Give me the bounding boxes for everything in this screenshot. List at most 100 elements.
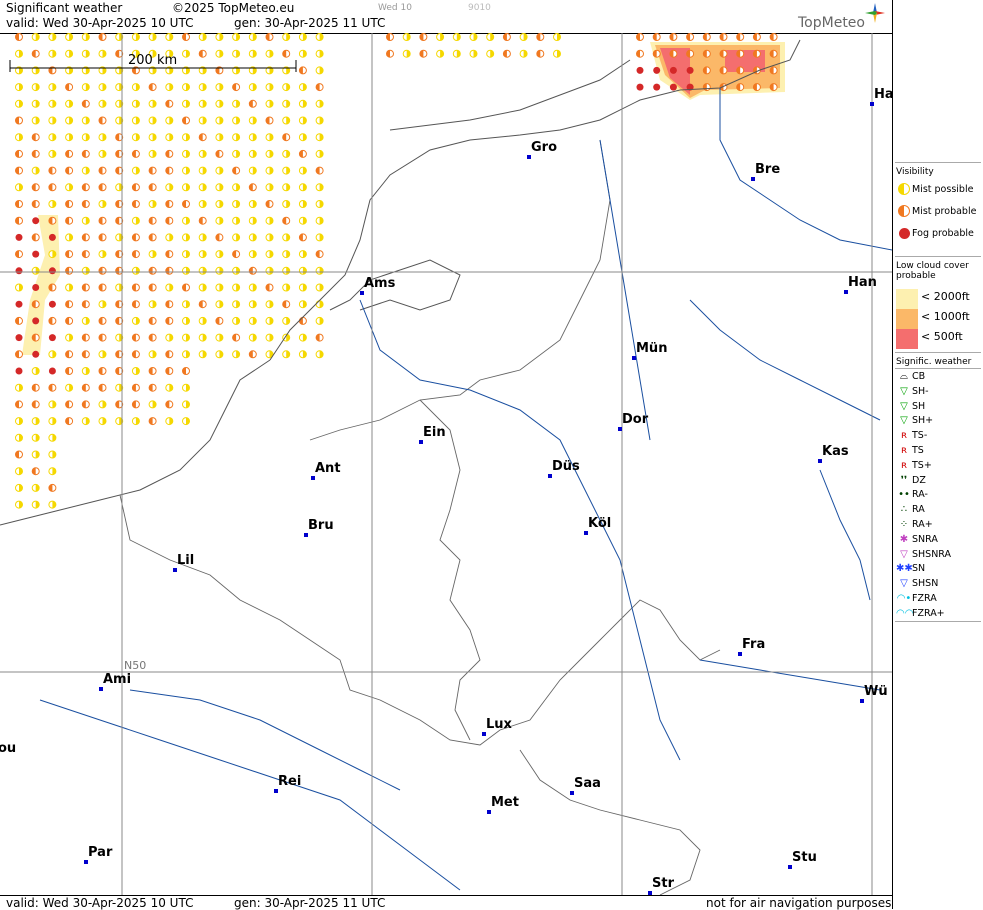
mist-possible-icon [98,200,107,208]
mist-possible-icon [265,266,274,275]
mist-possible-icon [148,400,157,409]
mist-possible-icon [232,233,241,242]
mist-possible-icon [519,49,528,58]
fog-probable-icon [669,66,677,74]
fog-probable-icon [686,66,694,74]
legend-label: TS- [912,430,928,442]
mist-possible-icon [165,183,174,192]
mist-possible-icon [265,250,274,259]
thunder-heavy-icon: ʀ [900,459,908,471]
fog-probable-icon [32,217,40,225]
mist-probable-icon [298,233,307,242]
fog-probable-icon [48,300,56,308]
mist-probable-icon [265,33,274,41]
mist-possible-icon [486,33,495,41]
mist-possible-icon [165,233,174,242]
mist-possible-icon [31,417,40,426]
city-label: Mün [636,341,668,356]
mist-possible-icon [48,250,57,259]
mist-possible-icon [215,216,224,225]
mist-possible-icon [48,133,57,142]
mist-possible-icon [182,216,190,225]
mist-probable-icon [282,133,291,142]
mist-probable-icon [81,250,90,259]
mist-probable-icon [31,400,40,409]
city-marker [584,531,588,535]
mist-possible-icon [15,417,23,426]
mist-possible-icon [315,233,324,242]
city-marker [304,533,308,537]
city-marker [84,860,88,864]
mist-probable-icon [48,183,57,192]
mist-possible-icon [248,166,257,175]
mist-probable-icon [165,99,174,108]
mist-possible-icon [232,149,241,158]
mist-possible-icon [265,133,274,142]
cloud-legend-title: Low cloud cover [896,261,969,271]
mist-possible-icon [298,300,307,309]
snow-shower-icon: ▽ [900,578,908,590]
mist-possible-icon [48,200,57,208]
mist-possible-icon [298,283,307,292]
mist-probable-icon [248,266,257,275]
mist-probable-icon [315,83,324,92]
mist-probable-icon [769,49,778,58]
mist-probable-icon [702,33,711,41]
fog-probable-icon [636,66,644,74]
city-label: Ams [364,276,396,291]
mist-possible-icon [182,333,190,342]
mist-possible-icon [298,83,307,92]
mist-probable-icon [48,166,57,175]
mist-possible-icon [48,417,57,426]
mist-probable-icon [65,367,74,375]
mist-possible-icon [265,49,274,58]
mist-possible-icon [198,283,207,292]
mist-probable-icon [215,316,224,325]
legend-label: SN [912,563,926,575]
mist-probable-icon [65,83,74,92]
mist-possible-icon [98,133,107,142]
sleet-icon: ✱ [899,533,909,545]
mist-possible-icon [65,383,74,392]
mist-possible-icon [282,116,291,125]
mist-probable-icon [148,367,157,375]
city-label: Met [491,795,519,810]
mist-possible-icon [315,216,324,225]
mist-possible-icon [182,250,190,259]
mist-probable-icon [31,333,40,342]
mist-possible-icon [315,316,324,325]
legend-label: TS [912,445,924,456]
mist-possible-icon [315,350,324,359]
mist-possible-icon [282,266,291,275]
mist-possible-icon [48,500,57,509]
mist-possible-icon [48,33,57,41]
mist-probable-icon [131,333,140,342]
mist-possible-icon [131,216,140,225]
mist-probable-icon [148,333,157,342]
mist-possible-icon [81,33,90,41]
fog-probable-icon [15,233,23,241]
mist-possible-icon [298,33,307,41]
mist-probable-icon [148,266,157,275]
mist-probable-icon [31,133,40,142]
mist-possible-icon [469,33,478,41]
scale-label: 200 km [128,53,177,68]
mist-probable-icon [419,49,428,58]
mist-possible-icon [265,183,274,192]
mist-possible-icon [81,49,90,58]
mist-possible-icon [131,166,140,175]
mist-probable-icon [719,66,728,75]
city-marker [570,791,574,795]
mist-possible-icon [65,133,74,142]
copyright: ©2025 TopMeteo.eu [172,1,295,15]
mist-possible-icon [248,333,257,342]
mist-probable-icon [81,400,90,409]
mist-possible-icon [182,316,190,325]
mist-possible-icon [15,83,23,92]
visibility-legend-item: Mist probable [896,205,976,219]
mist-probable-icon [315,166,324,175]
weather-legend-item: ∴ RA [896,503,925,517]
mist-possible-icon [31,99,40,108]
mist-probable-icon [198,300,207,309]
mist-possible-icon [248,250,257,259]
